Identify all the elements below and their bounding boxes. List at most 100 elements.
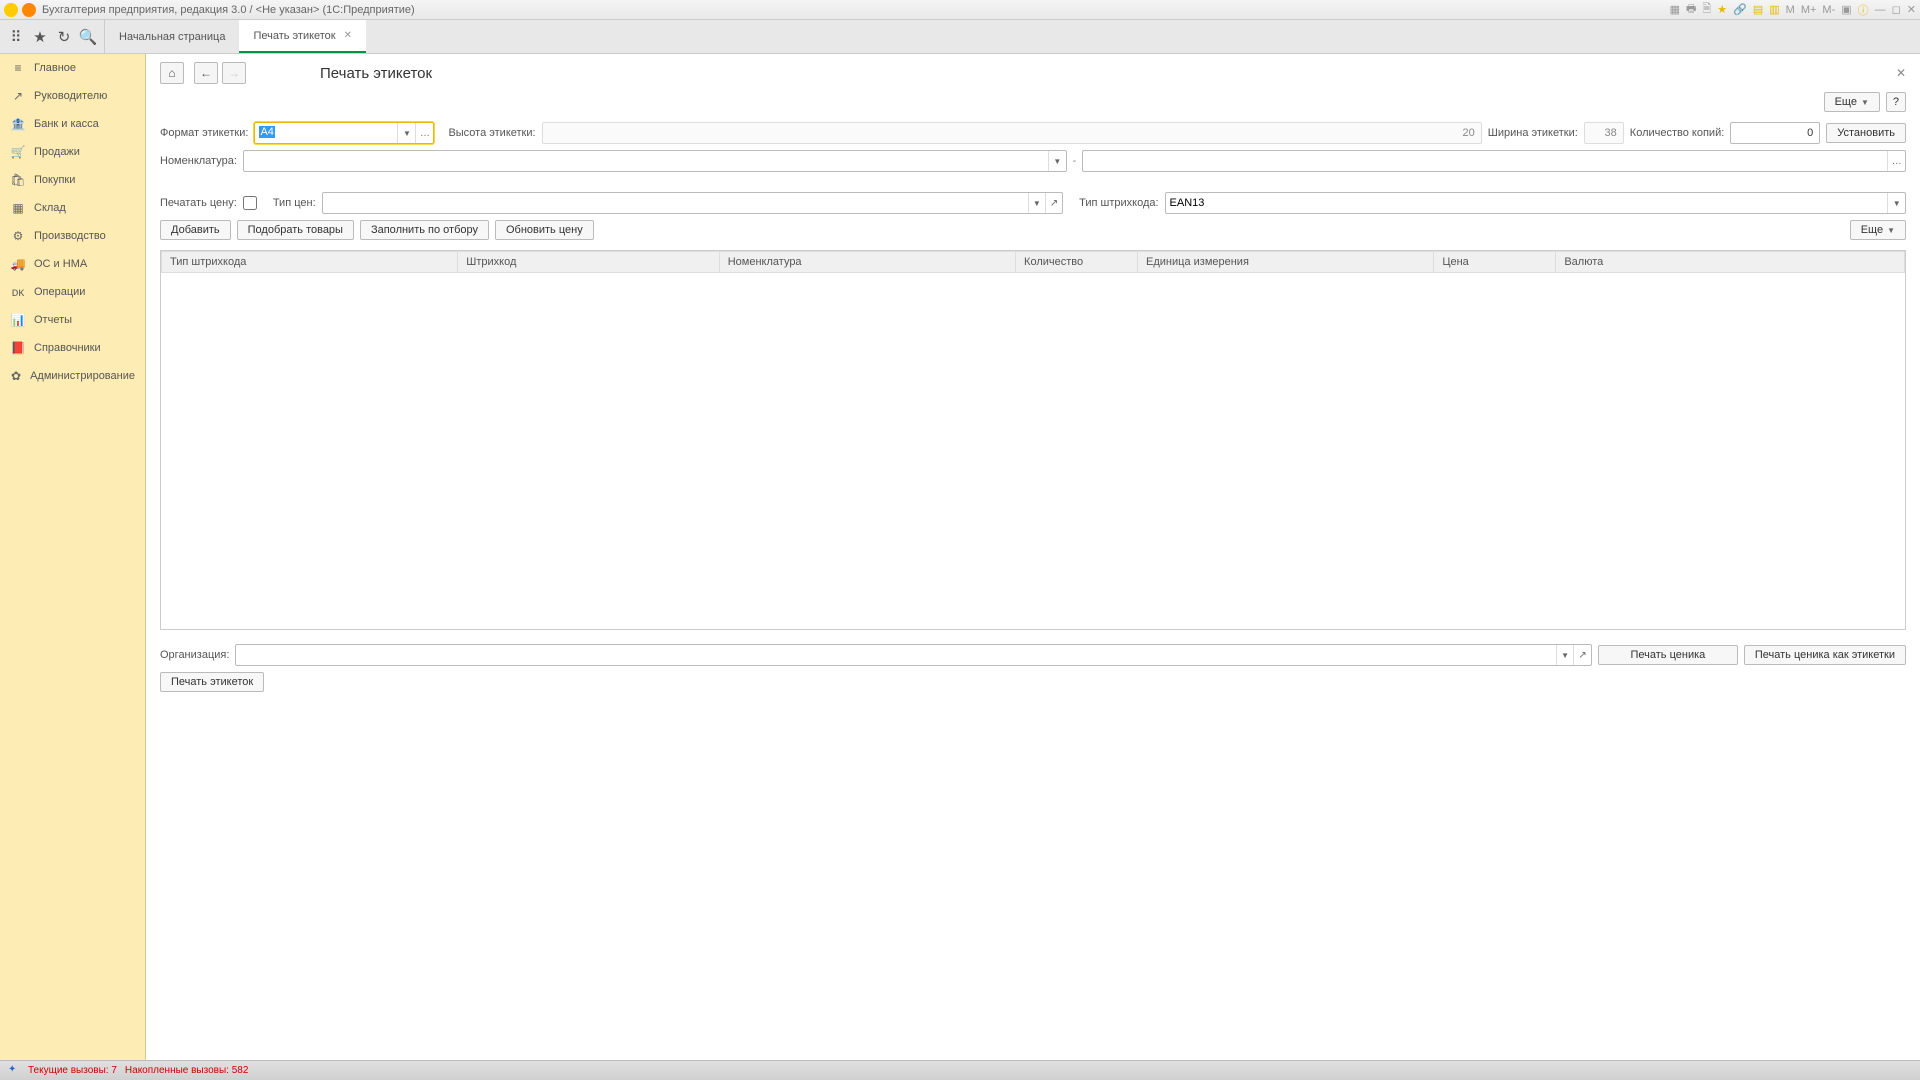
set-button[interactable]: Установить — [1826, 123, 1906, 143]
page-close-icon[interactable]: ✕ — [1896, 66, 1906, 80]
fill-by-filter-button[interactable]: Заполнить по отбору — [360, 220, 489, 240]
more-button[interactable]: Еще ▼ — [1824, 92, 1880, 112]
ellipsis-icon[interactable]: … — [415, 123, 433, 143]
tb-info-icon[interactable]: ⓘ — [1858, 2, 1869, 18]
print-pricelist-button[interactable]: Печать ценика — [1598, 645, 1738, 665]
nav-home-button[interactable]: ⌂ — [160, 62, 184, 84]
tb-m[interactable]: M — [1786, 4, 1795, 16]
add-button[interactable]: Добавить — [160, 220, 231, 240]
tb-star-icon[interactable]: ★ — [1717, 3, 1727, 16]
col-barcode-type[interactable]: Тип штрихкода — [162, 252, 458, 273]
tab-print-labels[interactable]: Печать этикеток ✕ — [239, 20, 366, 53]
print-price-checkbox[interactable] — [243, 196, 257, 210]
format-value: А4 — [259, 126, 274, 138]
tb-grid-icon[interactable]: ▦ — [1670, 3, 1680, 16]
copies-input[interactable]: 0 — [1730, 122, 1820, 144]
pick-goods-button[interactable]: Подобрать товары — [237, 220, 354, 240]
open-icon[interactable]: ↗ — [1573, 645, 1591, 665]
sidebar-item-bank[interactable]: 🏦Банк и касса — [0, 110, 145, 138]
tab-home[interactable]: Начальная страница — [105, 20, 239, 53]
tb-doc-icon[interactable]: 🗎 — [1702, 0, 1711, 19]
tb-mplus[interactable]: M+ — [1801, 4, 1817, 16]
nomen-to-combo[interactable]: … — [1082, 150, 1906, 172]
col-price[interactable]: Цена — [1434, 252, 1556, 273]
status-current: Текущие вызовы: 7 — [28, 1065, 117, 1076]
status-accum: Накопленные вызовы: 582 — [125, 1065, 249, 1076]
col-qty[interactable]: Количество — [1016, 252, 1138, 273]
help-button[interactable]: ? — [1886, 92, 1906, 112]
sidebar-item-refs[interactable]: 📕Справочники — [0, 334, 145, 362]
maximize-icon[interactable]: ◻ — [1892, 3, 1901, 16]
nomen-from-combo[interactable]: ▼ — [243, 150, 1067, 172]
tb-mminus[interactable]: M- — [1822, 4, 1835, 16]
bank-icon: 🏦 — [10, 117, 26, 131]
cart-icon: 🛒 — [10, 145, 26, 159]
sidebar-label: Справочники — [34, 342, 101, 354]
barcode-type-combo[interactable]: ▼ — [1165, 192, 1906, 214]
chevron-down-icon: ▼ — [1861, 98, 1869, 107]
menu-icon: ≡ — [10, 61, 26, 75]
print-labels-button[interactable]: Печать этикеток — [160, 672, 264, 692]
chevron-down-icon[interactable]: ▼ — [397, 123, 415, 143]
minimize-icon[interactable]: — — [1875, 4, 1886, 16]
refresh-price-button[interactable]: Обновить цену — [495, 220, 594, 240]
chevron-down-icon[interactable]: ▼ — [1028, 193, 1045, 213]
gear-icon: ⚙ — [10, 229, 26, 243]
favorite-icon[interactable]: ★ — [28, 25, 52, 49]
barcode-type-input[interactable] — [1166, 193, 1888, 213]
open-icon[interactable]: ↗ — [1045, 193, 1062, 213]
col-unit[interactable]: Единица измерения — [1138, 252, 1434, 273]
apps-icon[interactable]: ⠿ — [4, 25, 28, 49]
col-nomen[interactable]: Номенклатура — [719, 252, 1015, 273]
sidebar-item-production[interactable]: ⚙Производство — [0, 222, 145, 250]
table[interactable]: Тип штрихкода Штрихкод Номенклатура Коли… — [160, 250, 1906, 630]
height-input[interactable]: 20 — [542, 122, 1482, 144]
tab-close-icon[interactable]: ✕ — [344, 30, 352, 41]
sidebar-item-main[interactable]: ≡Главное — [0, 54, 145, 82]
price-type-input[interactable] — [323, 193, 1028, 213]
ellipsis-icon[interactable]: … — [1887, 151, 1905, 171]
sidebar-item-reports[interactable]: 📊Отчеты — [0, 306, 145, 334]
search-icon[interactable]: 🔍 — [76, 25, 100, 49]
tb-print-icon[interactable]: 🖶 — [1686, 0, 1696, 19]
format-combo[interactable]: А4 ▼ … — [254, 122, 434, 144]
org-combo[interactable]: ▼ ↗ — [235, 644, 1591, 666]
sidebar-item-warehouse[interactable]: ▦ Склад — [0, 194, 145, 222]
trend-icon: ↗ — [10, 89, 26, 103]
tb-link-icon[interactable]: 🔗 — [1733, 3, 1747, 16]
close-icon[interactable]: ✕ — [1907, 3, 1916, 16]
history-icon[interactable]: ↻ — [52, 25, 76, 49]
sidebar-item-admin[interactable]: ✿Администрирование — [0, 362, 145, 390]
tb-window-icon[interactable]: ▣ — [1841, 3, 1851, 16]
chevron-down-icon[interactable]: ▼ — [1887, 193, 1905, 213]
nomen-from-input[interactable] — [244, 151, 1048, 171]
sidebar-label: Администрирование — [30, 370, 135, 382]
chevron-down-icon[interactable]: ▼ — [1048, 151, 1066, 171]
sidebar-item-purchases[interactable]: 🛍Покупки — [0, 166, 145, 194]
tb-calc2-icon[interactable]: ▥ — [1769, 3, 1779, 16]
nav-forward-button[interactable]: → — [222, 62, 246, 84]
chevron-down-icon[interactable]: ▼ — [1556, 645, 1574, 665]
nomen-to-input[interactable] — [1083, 151, 1887, 171]
org-input[interactable] — [236, 645, 1555, 665]
sidebar-item-assets[interactable]: 🚚ОС и НМА — [0, 250, 145, 278]
sidebar-item-sales[interactable]: 🛒 Продажи — [0, 138, 145, 166]
grid-icon: ▦ — [10, 201, 26, 215]
width-input[interactable]: 38 — [1584, 122, 1624, 144]
sidebar-label: Склад — [34, 202, 66, 214]
app-title: Бухгалтерия предприятия, редакция 3.0 / … — [42, 4, 415, 16]
sidebar-label: Продажи — [34, 146, 80, 158]
print-pricelist-as-labels-button[interactable]: Печать ценика как этикетки — [1744, 645, 1906, 665]
col-currency[interactable]: Валюта — [1556, 252, 1905, 273]
col-barcode[interactable]: Штрихкод — [458, 252, 719, 273]
tb-calc-icon[interactable]: ▤ — [1753, 3, 1763, 16]
statusbar: ✦ Текущие вызовы: 7 Накопленные вызовы: … — [0, 1060, 1920, 1080]
more-table-button[interactable]: Еще▼ — [1850, 220, 1906, 240]
chevron-down-icon: ▼ — [1887, 226, 1895, 235]
price-type-combo[interactable]: ▼ ↗ — [322, 192, 1063, 214]
more-label: Еще — [1835, 96, 1857, 108]
nav-back-button[interactable]: ← — [194, 62, 218, 84]
sidebar-item-operations[interactable]: ᴅᴋОперации — [0, 278, 145, 306]
sidebar-item-manager[interactable]: ↗Руководителю — [0, 82, 145, 110]
width-label: Ширина этикетки: — [1488, 127, 1578, 139]
